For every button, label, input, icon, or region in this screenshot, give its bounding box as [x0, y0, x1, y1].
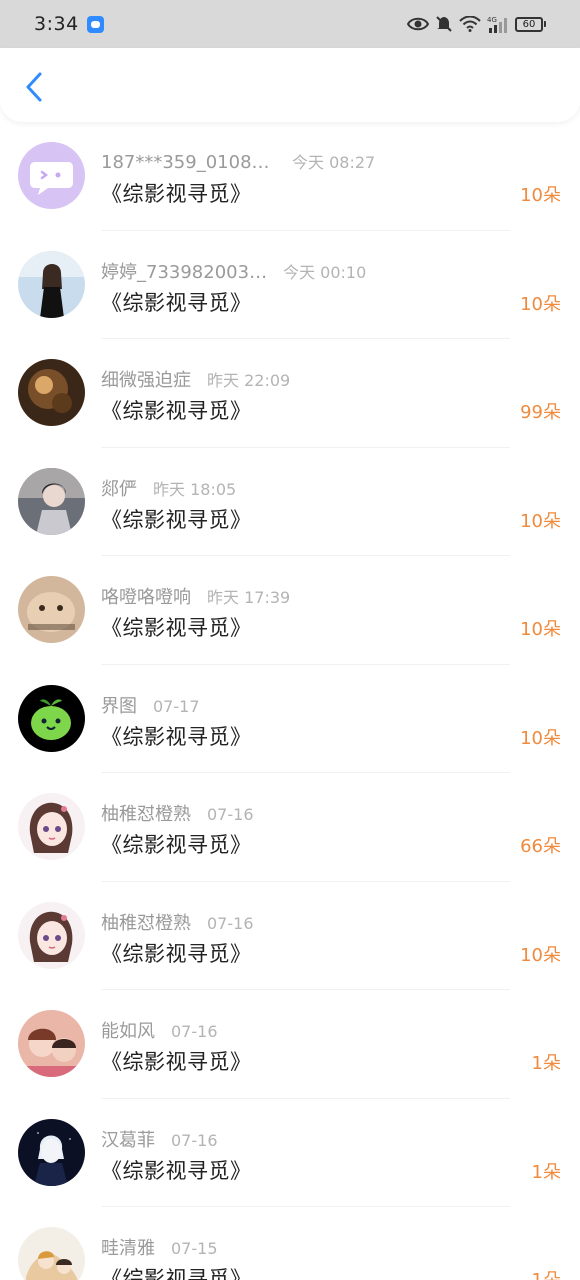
signal-icon: 4G: [487, 16, 507, 33]
avatar[interactable]: [18, 1010, 85, 1077]
flower-amount: 10朵: [520, 944, 561, 966]
sender-name: 郯俨: [101, 478, 137, 500]
book-title: 《综影视寻觅》: [101, 1158, 252, 1183]
list-item[interactable]: 婷婷_733982003… 今天 00:10 《综影视寻觅》 10朵: [0, 231, 580, 339]
send-time: 07-16: [207, 805, 254, 824]
list-item[interactable]: 细微强迫症 昨天 22:09 《综影视寻觅》 99朵: [0, 339, 580, 448]
gift-record-list: 187***359_01080… 今天 08:27 《综影视寻觅》 10朵 婷婷_…: [0, 122, 580, 1280]
book-title: 《综影视寻觅》: [101, 1267, 252, 1280]
mute-bell-icon: [436, 16, 452, 32]
sender-name: 界图: [101, 695, 137, 717]
list-item[interactable]: 汉葛菲 07-16 《综影视寻觅》 1朵: [0, 1099, 580, 1207]
flower-amount: 10朵: [520, 510, 561, 532]
app-notification-icon: [86, 15, 104, 33]
flower-amount: 1朵: [532, 1266, 561, 1280]
battery-level: 60: [515, 16, 543, 32]
sender-name: 汉葛菲: [101, 1129, 155, 1151]
list-item[interactable]: 郯俨 昨天 18:05 《综影视寻觅》 10朵: [0, 448, 580, 556]
send-time: 昨天 17:39: [207, 588, 291, 607]
avatar[interactable]: [18, 142, 85, 209]
sender-name: 畦清雅: [101, 1238, 155, 1259]
flower-amount: 1朵: [531, 1053, 561, 1074]
avatar[interactable]: [18, 901, 85, 969]
list-item[interactable]: 畦清雅 07-15 《综影视寻觅》 1朵: [0, 1207, 580, 1280]
send-time: 07-16: [171, 1130, 218, 1150]
avatar[interactable]: [18, 250, 85, 318]
avatar[interactable]: [18, 1118, 85, 1186]
list-item[interactable]: 咯噔咯噔响 昨天 17:39 《综影视寻觅》 10朵: [0, 556, 580, 665]
book-title: 《综影视寻觅》: [101, 616, 252, 640]
flower-amount: 10朵: [520, 727, 561, 749]
sender-name: 婷婷_733982003…: [101, 261, 268, 283]
send-time: 07-17: [153, 696, 200, 716]
sender-name: 柚稚怼橙熟: [101, 804, 191, 825]
send-time: 昨天 22:09: [207, 371, 291, 390]
send-time: 07-15: [171, 1239, 218, 1258]
status-bar: 3:34 4G 60: [0, 0, 580, 48]
book-title: 《综影视寻觅》: [101, 399, 252, 423]
sender-name: 柚稚怼橙熟: [101, 912, 191, 934]
eye-icon: [407, 17, 429, 31]
book-title: 《综影视寻觅》: [101, 833, 252, 857]
list-item[interactable]: 界图 07-17 《综影视寻觅》 10朵: [0, 665, 580, 773]
header: [0, 48, 580, 122]
flower-amount: 10朵: [520, 619, 561, 640]
book-title: 《综影视寻觅》: [101, 507, 252, 532]
sender-name: 187***359_01080…: [101, 152, 276, 173]
flower-amount: 66朵: [520, 836, 561, 857]
flower-amount: 10朵: [520, 293, 561, 315]
list-item[interactable]: 能如风 07-16 《综影视寻觅》 1朵: [0, 990, 580, 1099]
wifi-icon: [459, 16, 481, 32]
status-icons: 4G 60: [407, 0, 546, 48]
chevron-left-icon: [26, 72, 42, 102]
sender-name: 咯噔咯噔响: [101, 587, 191, 608]
book-title: 《综影视寻觅》: [101, 1050, 252, 1074]
book-title: 《综影视寻觅》: [101, 182, 252, 206]
list-item[interactable]: 柚稚怼橙熟 07-16 《综影视寻觅》 66朵: [0, 773, 580, 882]
flower-amount: 99朵: [520, 402, 561, 423]
flower-amount: 1朵: [531, 1161, 561, 1183]
status-time: 3:34: [34, 13, 79, 35]
avatar[interactable]: [18, 576, 85, 643]
list-item[interactable]: 柚稚怼橙熟 07-16 《综影视寻觅》 10朵: [0, 882, 580, 990]
list-item[interactable]: 187***359_01080… 今天 08:27 《综影视寻觅》 10朵: [0, 122, 580, 231]
send-time: 07-16: [171, 1022, 218, 1041]
sender-name: 能如风: [101, 1021, 155, 1042]
sender-name: 细微强迫症: [101, 370, 191, 391]
flower-amount: 10朵: [520, 185, 561, 206]
avatar[interactable]: [18, 684, 85, 752]
book-title: 《综影视寻觅》: [101, 724, 252, 749]
back-button[interactable]: [18, 70, 50, 104]
send-time: 今天 08:27: [292, 153, 376, 172]
avatar[interactable]: [18, 1227, 85, 1280]
book-title: 《综影视寻觅》: [101, 941, 252, 966]
avatar[interactable]: [18, 793, 85, 860]
avatar[interactable]: [18, 359, 85, 426]
send-time: 昨天 18:05: [153, 479, 237, 499]
send-time: 07-16: [207, 913, 254, 933]
send-time: 今天 00:10: [283, 262, 367, 282]
book-title: 《综影视寻觅》: [101, 290, 252, 315]
avatar[interactable]: [18, 467, 85, 535]
battery-icon: 60: [515, 16, 546, 32]
svg-text:4G: 4G: [487, 16, 497, 24]
